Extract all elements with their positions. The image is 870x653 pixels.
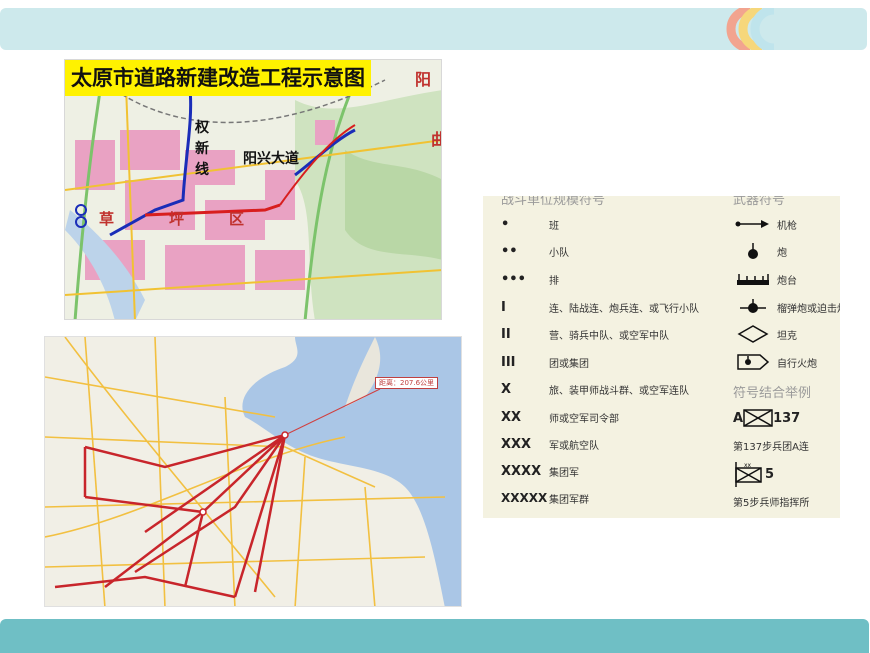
unit-row: XX 师或空军司令部 <box>501 407 619 427</box>
label-quanxin: 权新线 <box>195 120 209 178</box>
unit-label: 旅、装甲师战斗群、或空军连队 <box>549 385 689 397</box>
example1-number: 137 <box>773 410 801 426</box>
unit-row: XXXX 集团军 <box>501 461 579 481</box>
unit-row: XXX 军或航空队 <box>501 434 599 454</box>
distance-callout: 距离：207.6公里 <box>375 377 439 389</box>
unit-label: 班 <box>549 220 559 232</box>
weapon-label: 炮台 <box>777 275 797 287</box>
mortar-icon <box>733 297 773 317</box>
label-cao: 草 <box>99 210 115 228</box>
unit-row: •• 小队 <box>501 241 569 261</box>
label-ping: 坪 <box>169 210 185 228</box>
tank-icon <box>733 324 773 344</box>
example2-caption: 第5步兵师指挥所 <box>733 498 810 509</box>
weapon-label: 机枪 <box>777 220 797 232</box>
unit-symbol: •• <box>501 243 518 259</box>
unit-symbol: III <box>501 354 516 370</box>
military-symbol-legend: 战斗单位规模符号 武器符号 • 班 •• 小队 ••• 排 I 连、陆战连、炮兵连、或飞… <box>483 196 840 518</box>
weapon-label: 坦克 <box>777 330 797 342</box>
decorative-arcs <box>726 8 775 50</box>
label-yangxing: 阳兴大道 <box>243 151 299 167</box>
unit-label: 集团军 <box>549 467 579 479</box>
bottom-banner <box>0 619 869 653</box>
combo-header: 符号结合举例 <box>733 386 812 401</box>
unit-symbol: ••• <box>501 271 526 287</box>
machine-gun-icon <box>733 214 773 234</box>
label-yang: 阳 <box>415 70 432 89</box>
example2-symbol: xx 5 <box>733 460 774 488</box>
shandong-road-map: 距离：207.6公里 <box>44 336 462 607</box>
unit-symbol: II <box>501 326 511 342</box>
unit-row: II 营、骑兵中队、或空军中队 <box>501 324 669 344</box>
map1-graphic <box>65 60 441 319</box>
combat-unit-header: 战斗单位规模符号 <box>501 196 606 208</box>
example1-caption: 第137步兵团A连 <box>733 442 809 453</box>
unit-row: • 班 <box>501 214 559 234</box>
unit-label: 排 <box>549 275 559 287</box>
unit-label: 小队 <box>549 247 569 259</box>
weapon-row: 机枪 <box>733 214 797 234</box>
map1-title: 太原市道路新建改造工程示意图 <box>65 60 371 96</box>
example1-prefix: A <box>733 410 744 426</box>
command-post-icon: xx <box>735 462 762 487</box>
label-qu2: 曲 <box>431 126 441 150</box>
label-qu: 区 <box>229 210 245 228</box>
svg-text:xx: xx <box>744 462 752 469</box>
weapon-header: 武器符号 <box>733 196 786 208</box>
cannon-icon <box>733 241 773 261</box>
weapon-row: 炮台 <box>733 269 797 289</box>
weapon-label: 榴弹炮或迫击炮 <box>777 303 840 315</box>
unit-row: III 团或集团 <box>501 352 589 372</box>
weapon-row: 榴弹炮或迫击炮 <box>733 297 840 317</box>
unit-label: 连、陆战连、炮兵连、或飞行小队 <box>549 303 699 315</box>
unit-row: I 连、陆战连、炮兵连、或飞行小队 <box>501 297 699 317</box>
weapon-row: 自行火炮 <box>733 352 817 372</box>
unit-symbol: XXXXX <box>501 491 548 505</box>
self-propelled-gun-icon <box>733 352 773 372</box>
infantry-box-icon <box>743 409 773 427</box>
unit-label: 集团军群 <box>549 494 589 506</box>
unit-row: ••• 排 <box>501 269 559 289</box>
unit-symbol: I <box>501 299 506 315</box>
unit-symbol: • <box>501 216 510 232</box>
weapon-row: 炮 <box>733 241 787 261</box>
unit-symbol: XXX <box>501 436 532 452</box>
weapon-label: 自行火炮 <box>777 358 817 370</box>
unit-row: XXXXX 集团军群 <box>501 488 589 508</box>
example1-symbol: A 137 <box>733 408 800 428</box>
unit-label: 师或空军司令部 <box>549 413 619 425</box>
weapon-row: 坦克 <box>733 324 797 344</box>
unit-symbol: X <box>501 381 512 397</box>
unit-label: 团或集团 <box>549 358 589 370</box>
unit-symbol: XX <box>501 409 522 425</box>
unit-row: X 旅、装甲师战斗群、或空军连队 <box>501 379 689 399</box>
unit-label: 军或航空队 <box>549 440 599 452</box>
weapon-label: 炮 <box>777 247 787 259</box>
taiyuan-road-map: 太原市道路新建改造工程示意图 权新线 阳兴大道 草 坪 区 阳 曲 <box>64 59 442 320</box>
battery-icon <box>733 269 773 289</box>
unit-symbol: XXXX <box>501 463 542 479</box>
example2-number: 5 <box>765 466 775 482</box>
unit-label: 营、骑兵中队、或空军中队 <box>549 330 669 342</box>
